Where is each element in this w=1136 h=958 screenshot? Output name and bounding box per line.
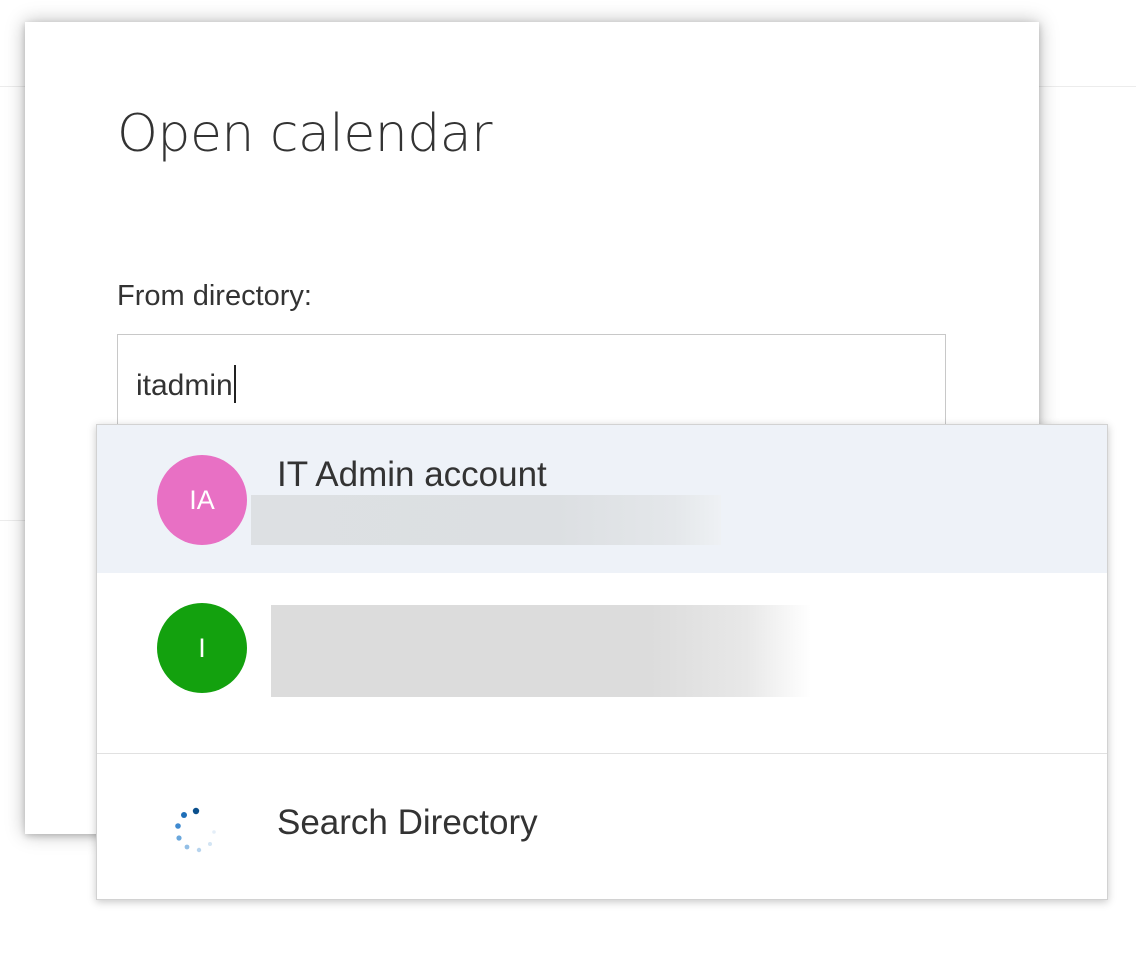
loading-spinner-icon [175, 807, 216, 853]
suggestion-name: IT Admin account [277, 455, 547, 494]
suggestion-item-it-admin[interactable]: IA IT Admin account [97, 425, 1107, 573]
redacted-email [251, 495, 721, 545]
dialog-title: Open calendar [117, 104, 493, 164]
avatar: I [157, 603, 247, 693]
from-directory-label: From directory: [117, 280, 312, 312]
redacted-name [271, 605, 811, 697]
dropdown-divider [97, 753, 1107, 754]
directory-search-input[interactable]: itadmin [117, 334, 946, 432]
text-caret [233, 365, 236, 403]
search-directory-button[interactable]: Search Directory [97, 755, 1107, 899]
app-background: Open calendar From directory: itadmin IA… [0, 0, 1136, 958]
suggestions-dropdown: IA IT Admin account I Search Directory [96, 424, 1108, 900]
input-text: itadmin [136, 369, 233, 402]
avatar: IA [157, 455, 247, 545]
directory-input-value[interactable]: itadmin [136, 365, 236, 403]
suggestion-item-redacted[interactable]: I [97, 579, 1107, 727]
search-directory-label: Search Directory [277, 803, 538, 842]
